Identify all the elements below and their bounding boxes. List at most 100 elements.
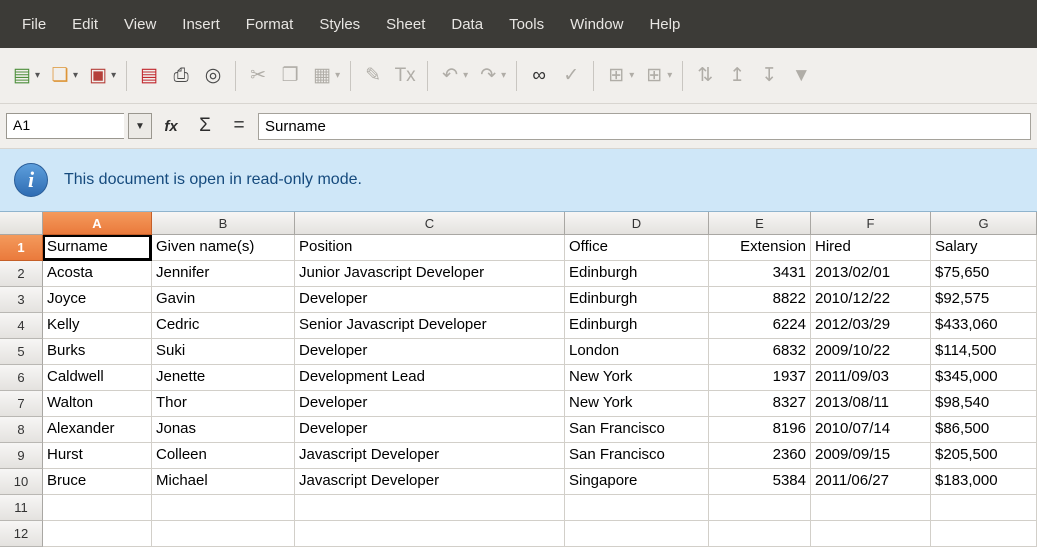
cell-D12[interactable] bbox=[565, 521, 709, 547]
new-document-dropdown-arrow-icon[interactable]: ▾ bbox=[35, 70, 40, 81]
row-header-5[interactable]: 5 bbox=[0, 339, 43, 365]
menu-data[interactable]: Data bbox=[439, 10, 495, 39]
find-replace-button[interactable]: ∞ bbox=[524, 58, 554, 94]
cell-D6[interactable]: New York bbox=[565, 365, 709, 391]
cell-E12[interactable] bbox=[709, 521, 811, 547]
menu-format[interactable]: Format bbox=[234, 10, 306, 39]
cell-C3[interactable]: Developer bbox=[295, 287, 565, 313]
column-header-E[interactable]: E bbox=[709, 212, 811, 235]
cell-D8[interactable]: San Francisco bbox=[565, 417, 709, 443]
cell-C5[interactable]: Developer bbox=[295, 339, 565, 365]
cell-E11[interactable] bbox=[709, 495, 811, 521]
cell-A2[interactable]: Acosta bbox=[43, 261, 152, 287]
cell-D2[interactable]: Edinburgh bbox=[565, 261, 709, 287]
cell-B5[interactable]: Suki bbox=[152, 339, 295, 365]
row-header-11[interactable]: 11 bbox=[0, 495, 43, 521]
cell-F6[interactable]: 2011/09/03 bbox=[811, 365, 931, 391]
cell-C8[interactable]: Developer bbox=[295, 417, 565, 443]
cell-B2[interactable]: Jennifer bbox=[152, 261, 295, 287]
cell-E9[interactable]: 2360 bbox=[709, 443, 811, 469]
cell-A11[interactable] bbox=[43, 495, 152, 521]
cell-A9[interactable]: Hurst bbox=[43, 443, 152, 469]
open-dropdown-arrow-icon[interactable]: ▾ bbox=[73, 70, 78, 81]
cell-F5[interactable]: 2009/10/22 bbox=[811, 339, 931, 365]
save-button[interactable]: ▣▾ bbox=[83, 58, 119, 94]
cell-E6[interactable]: 1937 bbox=[709, 365, 811, 391]
cell-G5[interactable]: $114,500 bbox=[931, 339, 1037, 365]
cell-G11[interactable] bbox=[931, 495, 1037, 521]
row-header-2[interactable]: 2 bbox=[0, 261, 43, 287]
cell-C1[interactable]: Position bbox=[295, 235, 565, 261]
cell-G6[interactable]: $345,000 bbox=[931, 365, 1037, 391]
cell-E1[interactable]: Extension bbox=[709, 235, 811, 261]
cell-G10[interactable]: $183,000 bbox=[931, 469, 1037, 495]
name-box-dropdown-arrow-icon[interactable]: ▼ bbox=[128, 113, 152, 139]
column-header-G[interactable]: G bbox=[931, 212, 1037, 235]
cell-reference-box[interactable]: A1 bbox=[6, 113, 124, 139]
cell-B7[interactable]: Thor bbox=[152, 391, 295, 417]
cell-D5[interactable]: London bbox=[565, 339, 709, 365]
cell-A10[interactable]: Bruce bbox=[43, 469, 152, 495]
cell-D10[interactable]: Singapore bbox=[565, 469, 709, 495]
cell-A8[interactable]: Alexander bbox=[43, 417, 152, 443]
cell-A7[interactable]: Walton bbox=[43, 391, 152, 417]
cell-A4[interactable]: Kelly bbox=[43, 313, 152, 339]
cell-G12[interactable] bbox=[931, 521, 1037, 547]
print-preview-button[interactable]: ◎ bbox=[198, 58, 228, 94]
cell-G3[interactable]: $92,575 bbox=[931, 287, 1037, 313]
cell-E4[interactable]: 6224 bbox=[709, 313, 811, 339]
cell-E5[interactable]: 6832 bbox=[709, 339, 811, 365]
cell-C12[interactable] bbox=[295, 521, 565, 547]
cell-A6[interactable]: Caldwell bbox=[43, 365, 152, 391]
row-header-9[interactable]: 9 bbox=[0, 443, 43, 469]
cell-D7[interactable]: New York bbox=[565, 391, 709, 417]
cell-F12[interactable] bbox=[811, 521, 931, 547]
cell-A3[interactable]: Joyce bbox=[43, 287, 152, 313]
menu-styles[interactable]: Styles bbox=[307, 10, 372, 39]
new-document-button[interactable]: ▤▾ bbox=[7, 58, 43, 94]
cell-B12[interactable] bbox=[152, 521, 295, 547]
cell-F1[interactable]: Hired bbox=[811, 235, 931, 261]
save-dropdown-arrow-icon[interactable]: ▾ bbox=[111, 70, 116, 81]
cell-E7[interactable]: 8327 bbox=[709, 391, 811, 417]
formula-input[interactable] bbox=[258, 113, 1031, 140]
row-header-10[interactable]: 10 bbox=[0, 469, 43, 495]
cell-G8[interactable]: $86,500 bbox=[931, 417, 1037, 443]
cell-F8[interactable]: 2010/07/14 bbox=[811, 417, 931, 443]
row-header-7[interactable]: 7 bbox=[0, 391, 43, 417]
menu-insert[interactable]: Insert bbox=[170, 10, 232, 39]
open-button[interactable]: ❏▾ bbox=[45, 58, 81, 94]
cell-F11[interactable] bbox=[811, 495, 931, 521]
menu-sheet[interactable]: Sheet bbox=[374, 10, 437, 39]
cell-B1[interactable]: Given name(s) bbox=[152, 235, 295, 261]
cell-G1[interactable]: Salary bbox=[931, 235, 1037, 261]
cell-F9[interactable]: 2009/09/15 bbox=[811, 443, 931, 469]
cell-B6[interactable]: Jenette bbox=[152, 365, 295, 391]
cell-G7[interactable]: $98,540 bbox=[931, 391, 1037, 417]
row-header-1[interactable]: 1 bbox=[0, 235, 43, 261]
row-header-12[interactable]: 12 bbox=[0, 521, 43, 547]
menu-edit[interactable]: Edit bbox=[60, 10, 110, 39]
cell-E10[interactable]: 5384 bbox=[709, 469, 811, 495]
cell-C11[interactable] bbox=[295, 495, 565, 521]
cell-F4[interactable]: 2012/03/29 bbox=[811, 313, 931, 339]
cell-F3[interactable]: 2010/12/22 bbox=[811, 287, 931, 313]
function-wizard-button[interactable]: fx bbox=[156, 111, 186, 141]
menu-window[interactable]: Window bbox=[558, 10, 635, 39]
cell-D4[interactable]: Edinburgh bbox=[565, 313, 709, 339]
cell-B4[interactable]: Cedric bbox=[152, 313, 295, 339]
cell-B11[interactable] bbox=[152, 495, 295, 521]
cell-D9[interactable]: San Francisco bbox=[565, 443, 709, 469]
cell-C10[interactable]: Javascript Developer bbox=[295, 469, 565, 495]
menu-tools[interactable]: Tools bbox=[497, 10, 556, 39]
row-header-3[interactable]: 3 bbox=[0, 287, 43, 313]
cell-C9[interactable]: Javascript Developer bbox=[295, 443, 565, 469]
cell-F10[interactable]: 2011/06/27 bbox=[811, 469, 931, 495]
column-header-C[interactable]: C bbox=[295, 212, 565, 235]
column-header-D[interactable]: D bbox=[565, 212, 709, 235]
cell-D11[interactable] bbox=[565, 495, 709, 521]
cell-C4[interactable]: Senior Javascript Developer bbox=[295, 313, 565, 339]
menu-help[interactable]: Help bbox=[637, 10, 692, 39]
cell-A1[interactable]: Surname bbox=[43, 235, 152, 261]
column-header-B[interactable]: B bbox=[152, 212, 295, 235]
